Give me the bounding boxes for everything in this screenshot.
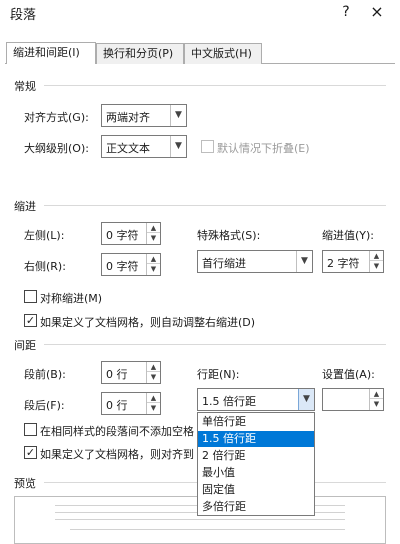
triangle-down-icon[interactable]: ▼	[147, 403, 160, 413]
auto-adjust-right-indent-checkbox[interactable]: ✓	[24, 314, 37, 327]
no-space-same-style-label: 在相同样式的段落间不添加空格	[40, 425, 194, 438]
mirror-indents-label: 对称缩进(M)	[40, 292, 103, 305]
line-spacing-option[interactable]: 多倍行距	[198, 499, 314, 515]
chevron-down-icon[interactable]: ▼	[170, 105, 186, 126]
triangle-up-icon[interactable]: ▲	[147, 393, 160, 403]
triangle-down-icon[interactable]: ▼	[147, 264, 160, 274]
chevron-down-icon[interactable]: ▼	[298, 389, 314, 410]
indent-right-spinner[interactable]: 0 字符 ▲ ▼	[101, 253, 161, 276]
triangle-up-icon[interactable]: ▲	[147, 223, 160, 233]
space-before-label: 段前(B):	[24, 368, 66, 381]
triangle-up-icon[interactable]: ▲	[147, 254, 160, 264]
line-spacing-option[interactable]: 单倍行距	[198, 414, 314, 430]
triangle-up-icon[interactable]: ▲	[370, 389, 383, 399]
line-spacing-option[interactable]: 最小值	[198, 465, 314, 481]
tab-asian-typography[interactable]: 中文版式(H)	[184, 43, 262, 64]
no-space-same-style-checkbox[interactable]	[24, 423, 37, 436]
section-divider	[44, 205, 386, 206]
line-spacing-value: 1.5 倍行距	[202, 395, 256, 408]
indent-by-spinner[interactable]: 2 字符 ▲ ▼	[322, 250, 384, 273]
special-indent-value: 首行缩进	[202, 257, 246, 270]
space-before-value: 0 行	[106, 368, 128, 381]
special-indent-select[interactable]: 首行缩进 ▼	[197, 250, 313, 273]
space-after-value: 0 行	[106, 399, 128, 412]
space-after-label: 段后(F):	[24, 399, 65, 412]
indent-left-spinner[interactable]: 0 字符 ▲ ▼	[101, 222, 161, 245]
section-general-title: 常规	[14, 80, 36, 93]
section-divider	[44, 344, 386, 345]
line-spacing-option[interactable]: 2 倍行距	[198, 448, 314, 464]
outline-level-value: 正文文本	[106, 142, 150, 155]
snap-to-grid-checkbox[interactable]: ✓	[24, 446, 37, 459]
indent-by-value: 2 字符	[327, 257, 360, 270]
section-preview-title: 预览	[14, 477, 36, 490]
tab-indent-spacing[interactable]: 缩进和间距(I)	[6, 42, 96, 64]
special-indent-label: 特殊格式(S):	[197, 229, 261, 242]
triangle-down-icon[interactable]: ▼	[147, 372, 160, 382]
auto-adjust-right-indent-label: 如果定义了文档网格，则自动调整右缩进(D)	[40, 316, 256, 329]
triangle-up-icon[interactable]: ▲	[370, 251, 383, 261]
alignment-label: 对齐方式(G):	[24, 111, 89, 124]
checkmark-icon: ✓	[25, 446, 36, 459]
indent-right-label: 右侧(R):	[24, 260, 66, 273]
collapse-default-label: 默认情况下折叠(E)	[217, 142, 310, 155]
space-after-spinner[interactable]: 0 行 ▲ ▼	[101, 392, 161, 415]
indent-left-label: 左侧(L):	[24, 229, 65, 242]
line-spacing-select[interactable]: 1.5 倍行距 ▼	[197, 388, 315, 411]
section-divider	[44, 85, 386, 86]
spacing-at-spinner[interactable]: ▲ ▼	[322, 388, 384, 411]
checkmark-icon: ✓	[25, 314, 36, 327]
chevron-down-icon[interactable]: ▼	[170, 136, 186, 157]
outline-level-label: 大纲级别(O):	[24, 142, 89, 155]
mirror-indents-checkbox[interactable]	[24, 290, 37, 303]
triangle-down-icon[interactable]: ▼	[370, 261, 383, 271]
alignment-value: 两端对齐	[106, 111, 150, 124]
tab-line-page-breaks[interactable]: 换行和分页(P)	[96, 43, 184, 64]
dialog-title: 段落	[10, 8, 37, 23]
indent-left-value: 0 字符	[106, 229, 139, 242]
space-before-spinner[interactable]: 0 行 ▲ ▼	[101, 361, 161, 384]
line-spacing-option[interactable]: 固定值	[198, 482, 314, 498]
chevron-down-icon[interactable]: ▼	[296, 251, 312, 272]
indent-right-value: 0 字符	[106, 260, 139, 273]
section-indent-title: 缩进	[14, 200, 36, 213]
triangle-up-icon[interactable]: ▲	[147, 362, 160, 372]
outline-level-select[interactable]: 正文文本 ▼	[101, 135, 187, 158]
collapse-default-checkbox[interactable]	[201, 140, 214, 153]
triangle-down-icon[interactable]: ▼	[147, 233, 160, 243]
help-icon[interactable]: ?	[336, 2, 356, 22]
snap-to-grid-label: 如果定义了文档网格，则对齐到	[40, 448, 194, 461]
line-spacing-option[interactable]: 1.5 倍行距	[198, 431, 314, 447]
line-spacing-label: 行距(N):	[197, 368, 240, 381]
line-spacing-dropdown-list[interactable]: 单倍行距 1.5 倍行距 2 倍行距 最小值 固定值 多倍行距	[197, 412, 315, 516]
spacing-at-label: 设置值(A):	[322, 368, 375, 381]
triangle-down-icon[interactable]: ▼	[370, 399, 383, 409]
close-icon[interactable]: ×	[366, 2, 388, 22]
section-spacing-title: 间距	[14, 339, 36, 352]
alignment-select[interactable]: 两端对齐 ▼	[101, 104, 187, 127]
indent-by-label: 缩进值(Y):	[322, 229, 375, 242]
